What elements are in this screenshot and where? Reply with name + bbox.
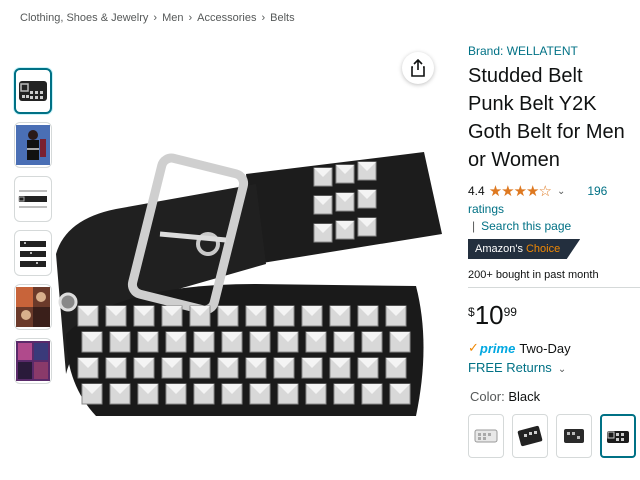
price-currency: $ bbox=[468, 305, 475, 319]
search-page-row: | Search this page bbox=[468, 219, 640, 233]
swatch-option-2[interactable] bbox=[512, 414, 548, 458]
share-button[interactable] bbox=[402, 52, 434, 84]
swatch-belt-image bbox=[564, 429, 584, 443]
swatch-belt-image bbox=[607, 431, 629, 443]
swatch-option-1[interactable] bbox=[468, 414, 504, 458]
price-whole: 10 bbox=[474, 300, 504, 330]
main-product-image[interactable] bbox=[56, 44, 444, 480]
free-returns-label: FREE Returns bbox=[468, 360, 552, 375]
swatch-option-3[interactable] bbox=[556, 414, 592, 458]
prime-logo: prime bbox=[479, 340, 516, 356]
thumbnail-strip bbox=[14, 68, 54, 392]
swatch-belt-image bbox=[474, 429, 498, 443]
breadcrumb: Clothing, Shoes & Jewelry › Men › Accessorie… bbox=[20, 12, 295, 24]
lifestyle-photo-image bbox=[16, 287, 50, 327]
product-title-line: Punk Belt Y2K bbox=[468, 93, 597, 115]
badge-prefix: Amazon's bbox=[475, 243, 523, 255]
share-icon bbox=[411, 59, 425, 77]
swatch-option-black[interactable] bbox=[600, 414, 636, 458]
model-photo-image bbox=[16, 125, 50, 165]
prime-delivery-text: Two-Day bbox=[519, 340, 571, 356]
chevron-down-icon: ⌄ bbox=[557, 364, 567, 375]
breadcrumb-separator: › bbox=[153, 12, 158, 24]
breadcrumb-separator: › bbox=[188, 12, 193, 24]
rating-count-link[interactable]: 196 bbox=[587, 184, 607, 198]
thumbnail-2[interactable] bbox=[14, 122, 52, 168]
rating-row: 4.4 ★★★★☆ ⌄ 196 bbox=[468, 182, 640, 200]
belt-size-image bbox=[18, 190, 47, 208]
ratings-link[interactable]: ratings bbox=[468, 202, 640, 216]
studded-belt-image bbox=[56, 152, 442, 416]
search-this-page-link[interactable]: Search this page bbox=[481, 219, 571, 233]
breadcrumb-clothing[interactable]: Clothing, Shoes & Jewelry bbox=[20, 12, 148, 24]
product-title-line: or Women bbox=[468, 149, 560, 171]
color-value: Black bbox=[508, 389, 541, 404]
breadcrumb-belts[interactable]: Belts bbox=[270, 12, 294, 24]
bought-count: 200+ bought in past month bbox=[468, 269, 640, 288]
breadcrumb-separator: › bbox=[261, 12, 266, 24]
breadcrumb-men[interactable]: Men bbox=[162, 12, 183, 24]
chevron-down-icon[interactable]: ⌄ bbox=[557, 186, 565, 197]
star-rating-icon[interactable]: ★★★★☆ bbox=[489, 182, 552, 200]
thumbnail-4[interactable] bbox=[14, 230, 52, 276]
brand-link[interactable]: Brand: WELLATENT bbox=[468, 44, 640, 58]
product-title-line: Studded Belt bbox=[468, 65, 583, 87]
belt-thumbnail-image bbox=[19, 81, 47, 101]
prime-check-icon: ✓ bbox=[468, 340, 479, 355]
thumbnail-3[interactable] bbox=[14, 176, 52, 222]
belt-detail-image bbox=[20, 241, 46, 267]
rating-value: 4.4 bbox=[468, 184, 485, 198]
badge-suffix: Choice bbox=[525, 243, 561, 255]
divider: | bbox=[472, 219, 476, 233]
product-title: Studded Belt Punk Belt Y2K Goth Belt for… bbox=[468, 62, 640, 174]
lifestyle-photo-image bbox=[16, 341, 50, 381]
product-info: Brand: WELLATENT Studded Belt Punk Belt … bbox=[468, 44, 640, 458]
prime-delivery: ✓ prime Two-Day bbox=[468, 340, 640, 356]
product-title-line: Goth Belt for Men bbox=[468, 121, 625, 143]
price-fraction: 99 bbox=[503, 305, 517, 319]
free-returns-link[interactable]: FREE Returns ⌄ bbox=[468, 360, 640, 375]
breadcrumb-accessories[interactable]: Accessories bbox=[197, 12, 256, 24]
swatch-belt-image bbox=[517, 425, 543, 447]
color-selector: Color: Black bbox=[468, 389, 640, 404]
color-swatches bbox=[468, 414, 640, 458]
thumbnail-1[interactable] bbox=[14, 68, 52, 114]
color-label: Color: bbox=[470, 389, 505, 404]
amazons-choice-badge[interactable]: Amazon's Choice bbox=[468, 239, 581, 259]
thumbnail-5[interactable] bbox=[14, 284, 52, 330]
price: $10 99 bbox=[468, 302, 640, 328]
thumbnail-6[interactable] bbox=[14, 338, 52, 384]
